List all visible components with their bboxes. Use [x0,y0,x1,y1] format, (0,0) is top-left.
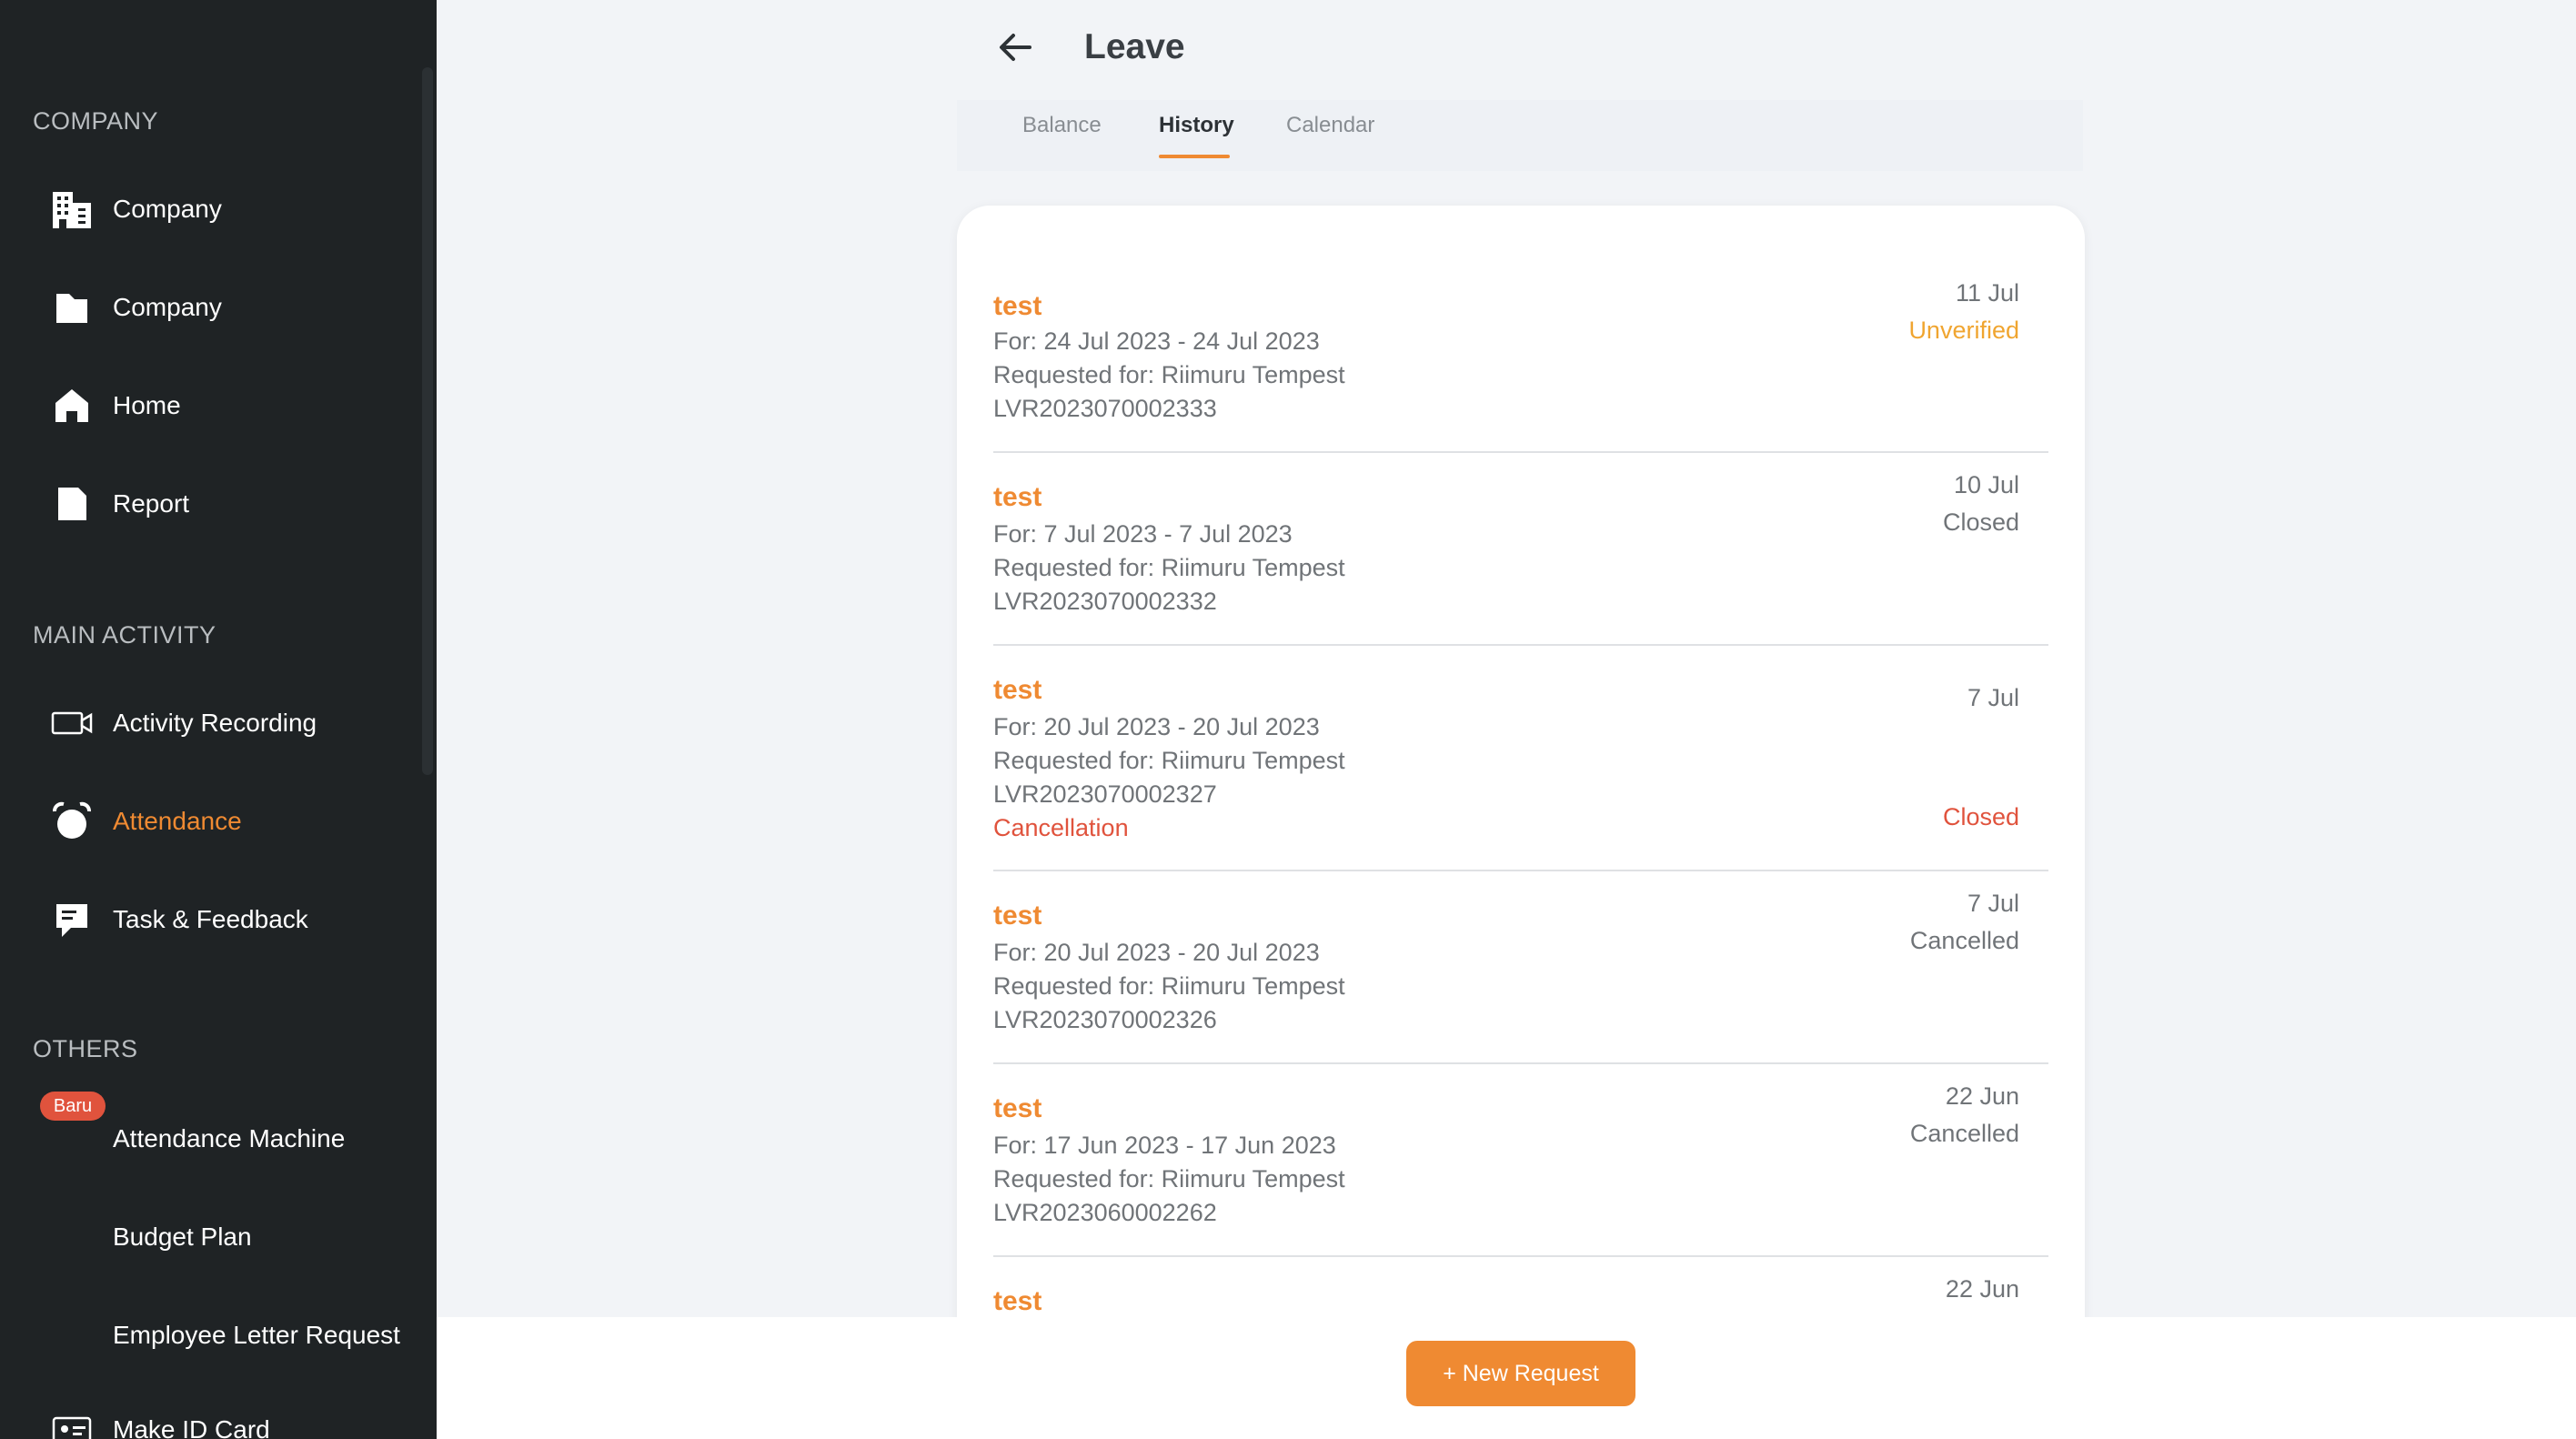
leave-title: test [993,1286,1042,1316]
leave-period: For: 24 Jul 2023 - 24 Jul 2023 [993,327,1320,355]
list-item[interactable]: test For: 20 Jul 2023 - 20 Jul 2023 Requ… [993,890,2048,1064]
leave-period: For: 17 Jun 2023 - 17 Jun 2023 [993,1132,1336,1159]
leave-date: 22 Jun [1945,1082,2019,1110]
leave-code: LVR2023070002333 [993,395,1217,422]
leave-requested-for: Requested for: Riimuru Tempest [993,554,1345,581]
tab-history[interactable]: History [1159,113,1234,138]
sidebar-item-report[interactable]: Report [0,468,418,540]
sidebar-item-company[interactable]: Company [0,173,418,246]
leave-date: 10 Jul [1953,471,2019,498]
new-request-button[interactable]: + New Request [1406,1341,1635,1406]
leave-title: test [993,901,1042,931]
sidebar-item-label: Attendance Machine [113,1124,346,1152]
sidebar-item-label: Attendance [113,807,242,835]
sidebar-item-label: Make ID Card [113,1415,270,1439]
id-card-icon [51,1409,93,1439]
leave-title: test [993,482,1042,512]
page-title: Leave [1084,27,1185,66]
status-badge: Cancelled [1909,927,2019,954]
leave-code: LVR2023070002327 [993,780,1217,808]
home-icon [51,385,93,427]
back-button[interactable] [991,24,1039,71]
tab-bar: Balance History Calendar [957,100,2083,171]
sidebar-item-make-id-card[interactable]: Make ID Card [0,1394,418,1439]
list-item[interactable]: test For: 17 Jun 2023 - 17 Jun 2023 Requ… [993,1082,2048,1257]
sidebar-item-label: Activity Recording [113,709,317,737]
sidebar-item-label: Report [113,489,190,518]
leave-date: 7 Jul [1967,684,2019,711]
leave-period: For: 20 Jul 2023 - 20 Jul 2023 [993,713,1320,740]
leave-requested-for: Requested for: Riimuru Tempest [993,361,1345,388]
leave-period: For: 7 Jul 2023 - 7 Jul 2023 [993,520,1293,548]
status-badge: Closed [1942,803,2019,830]
sidebar-item-employee-letter-request[interactable]: Employee Letter Request [0,1299,418,1372]
sidebar-scrollbar[interactable] [422,67,433,775]
sidebar-item-attendance[interactable]: Attendance [0,785,418,858]
leave-title: test [993,291,1042,321]
leave-requested-for: Requested for: Riimuru Tempest [993,1165,1345,1192]
leave-requested-for: Requested for: Riimuru Tempest [993,972,1345,1000]
sidebar-item-attendance-machine[interactable]: Attendance Machine [0,1102,418,1175]
leave-code: LVR2023070002332 [993,588,1217,615]
sidebar-item-company-2[interactable]: Company [0,271,418,344]
sidebar-item-label: Budget Plan [113,1223,252,1251]
status-badge: Unverified [1908,317,2019,344]
list-item[interactable]: test For: 20 Jul 2023 - 20 Jul 2023 Requ… [993,675,2048,871]
sidebar-item-home[interactable]: Home [0,369,418,442]
alarm-clock-icon [51,800,93,842]
leave-requested-for: Requested for: Riimuru Tempest [993,747,1345,774]
document-icon [51,483,93,525]
arrow-left-icon [1000,34,1031,61]
status-badge: Closed [1942,508,2019,536]
sidebar-item-label: Task & Feedback [113,905,308,933]
sidebar-item-label: Home [113,391,181,419]
list-item[interactable]: test For: 24 Jul 2023 - 24 Jul 2023 Requ… [993,279,2048,453]
sidebar-item-activity-recording[interactable]: Activity Recording [0,687,418,760]
sidebar-item-label: Employee Letter Request [113,1321,400,1349]
list-item[interactable]: test For: 7 Jul 2023 - 7 Jul 2023 Reques… [993,471,2048,646]
leave-date: 11 Jul [1955,279,2019,307]
status-badge: Cancelled [1909,1120,2019,1147]
active-tab-indicator [1159,155,1230,158]
leave-date: 22 Jun [1945,1275,2019,1303]
leave-type-cancellation: Cancellation [993,814,1129,841]
tab-balance[interactable]: Balance [1022,113,1102,138]
leave-title: test [993,675,1042,705]
tab-calendar[interactable]: Calendar [1286,113,1374,138]
sidebar-item-budget-plan[interactable]: Budget Plan [0,1201,418,1273]
leave-code: LVR2023060002262 [993,1199,1217,1226]
leave-period: For: 20 Jul 2023 - 20 Jul 2023 [993,939,1320,966]
sidebar: COMPANY Company Company Home Report MAIN… [0,0,437,1439]
sidebar-item-label: Company [113,195,222,223]
leave-date: 7 Jul [1967,890,2019,917]
section-title-others: OTHERS [33,1035,138,1062]
task-feedback-icon [51,899,93,941]
folder-icon [51,287,93,328]
video-camera-icon [51,702,93,744]
building-icon [51,188,93,230]
sidebar-item-task-feedback[interactable]: Task & Feedback [0,883,418,956]
section-title-main-activity: MAIN ACTIVITY [33,621,216,649]
leave-title: test [993,1093,1042,1123]
section-title-company: COMPANY [33,107,159,135]
sidebar-item-label: Company [113,293,222,321]
leave-code: LVR2023070002326 [993,1006,1217,1033]
